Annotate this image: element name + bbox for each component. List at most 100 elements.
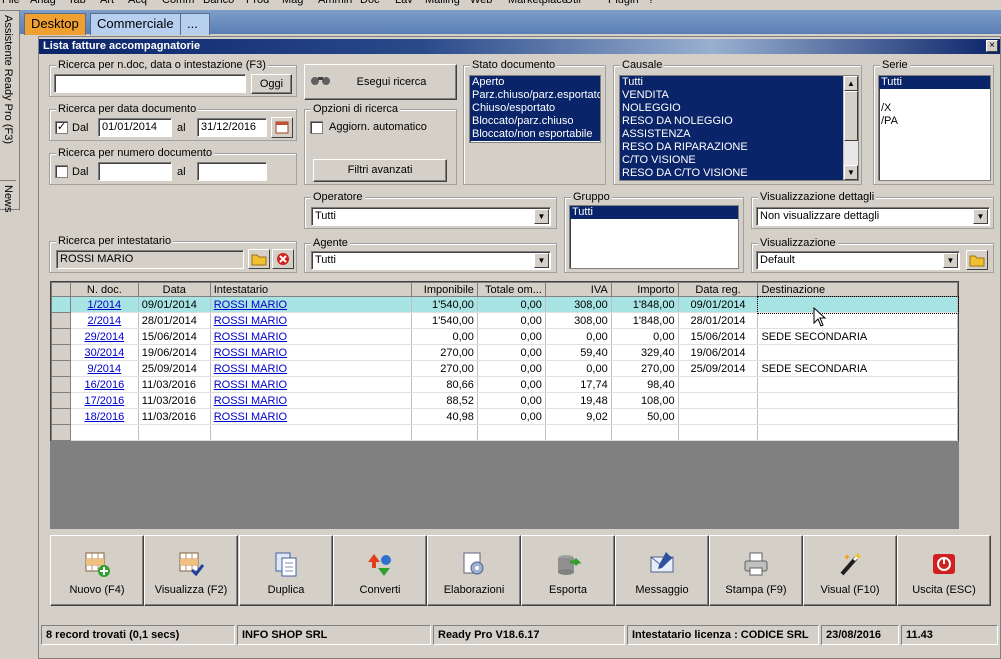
row-indicator[interactable] — [51, 360, 71, 377]
table-cell[interactable] — [545, 424, 612, 441]
table-cell[interactable]: 0,00 — [477, 392, 546, 409]
holder-field[interactable]: ROSSI MARIO — [56, 250, 244, 269]
chevron-down-icon[interactable]: ▼ — [534, 253, 549, 268]
row-indicator[interactable] — [51, 296, 71, 313]
table-cell[interactable]: 2/2014 — [70, 312, 139, 329]
column-header[interactable]: IVA — [544, 282, 612, 297]
scroll-thumb[interactable] — [844, 91, 858, 141]
folder-icon[interactable] — [966, 250, 988, 270]
table-cell[interactable]: ROSSI MARIO — [210, 376, 412, 393]
holder-link[interactable]: ROSSI MARIO — [214, 379, 287, 391]
menu-item[interactable]: Anag — [30, 0, 56, 6]
menu-item[interactable]: Mag — [282, 0, 303, 6]
table-cell[interactable] — [757, 424, 958, 441]
table-cell[interactable]: 28/01/2014 — [138, 312, 211, 329]
table-cell[interactable] — [757, 408, 958, 425]
esporta-button[interactable]: Esporta — [521, 535, 615, 606]
table-cell[interactable] — [611, 424, 679, 441]
doc-number-link[interactable]: 17/2016 — [84, 395, 124, 407]
doc-number-link[interactable]: 30/2014 — [84, 347, 124, 359]
table-cell[interactable]: 17,74 — [545, 376, 612, 393]
table-cell[interactable]: 270,00 — [411, 344, 478, 361]
today-button[interactable]: Oggi — [251, 74, 292, 94]
table-cell[interactable]: 108,00 — [611, 392, 679, 409]
clear-icon[interactable] — [272, 249, 294, 269]
row-indicator[interactable] — [51, 376, 71, 393]
table-cell[interactable] — [678, 408, 759, 425]
menu-item[interactable]: File — [2, 0, 20, 6]
table-cell[interactable] — [757, 344, 958, 361]
serie-item[interactable] — [879, 89, 990, 102]
holder-link[interactable]: ROSSI MARIO — [214, 315, 287, 327]
agent-select[interactable]: Tutti ▼ — [311, 251, 551, 270]
table-row[interactable]: 16/2016 11/03/2016 ROSSI MARIO 80,66 0,00 17,… — [51, 376, 958, 393]
causale-item[interactable]: VENDITA — [620, 89, 858, 102]
menu-item[interactable]: Prod — [246, 0, 269, 6]
doc-number-link[interactable]: 18/2016 — [84, 411, 124, 423]
column-header[interactable]: Data — [137, 282, 211, 297]
column-header[interactable]: Data reg. — [677, 282, 759, 297]
search-input[interactable] — [54, 74, 246, 93]
table-cell[interactable]: 0,00 — [477, 344, 546, 361]
messaggio-button[interactable]: Messaggio — [615, 535, 709, 606]
table-cell[interactable]: 329,40 — [611, 344, 679, 361]
table-cell[interactable] — [678, 424, 759, 441]
table-cell[interactable] — [138, 424, 211, 441]
group-list[interactable]: Tutti — [569, 205, 739, 269]
table-cell[interactable]: ROSSI MARIO — [210, 408, 412, 425]
table-row[interactable]: 29/2014 15/06/2014 ROSSI MARIO 0,00 0,00 0,00… — [51, 328, 958, 345]
scroll-down-icon[interactable]: ▼ — [844, 165, 858, 180]
folder-icon[interactable] — [248, 249, 270, 269]
row-indicator[interactable] — [51, 424, 71, 441]
table-cell[interactable]: 29/2014 — [70, 328, 139, 345]
causale-item[interactable]: ASSISTENZA — [620, 128, 858, 141]
table-cell[interactable]: 0,00 — [611, 328, 679, 345]
table-cell[interactable]: 1'848,00 — [611, 312, 679, 329]
table-cell[interactable]: 25/09/2014 — [138, 360, 211, 377]
menu-item[interactable]: Banco — [203, 0, 234, 6]
scroll-up-icon[interactable]: ▲ — [844, 76, 858, 91]
table-cell[interactable]: 17/2016 — [70, 392, 139, 409]
table-cell[interactable]: 19/06/2014 — [138, 344, 211, 361]
date-checkbox[interactable]: ✓ — [55, 121, 68, 134]
status-list[interactable]: Aperto Parz.chiuso/parz.esportato Chiuso/e… — [469, 75, 601, 143]
tab-commerciale[interactable]: Commerciale — [90, 13, 181, 35]
doc-number-link[interactable]: 2/2014 — [88, 315, 122, 327]
advanced-filters-button[interactable]: Filtri avanzati — [313, 159, 447, 182]
column-header[interactable]: Intestatario — [209, 282, 412, 297]
stampa-button[interactable]: Stampa (F9) — [709, 535, 803, 606]
serie-item[interactable]: /X — [879, 102, 990, 115]
menu-item[interactable]: Marketplace — [508, 0, 568, 6]
table-cell[interactable]: SEDE SECONDARIA — [757, 328, 958, 345]
table-cell[interactable]: 0,00 — [477, 328, 546, 345]
nuovo-button[interactable]: Nuovo (F4) — [50, 535, 144, 606]
chevron-down-icon[interactable]: ▼ — [943, 253, 958, 268]
table-cell[interactable]: 09/01/2014 — [138, 296, 211, 313]
column-header[interactable]: Importo — [610, 282, 679, 297]
table-cell[interactable]: 11/03/2016 — [138, 392, 211, 409]
calendar-icon[interactable] — [271, 117, 293, 138]
menu-item[interactable]: Tab — [68, 0, 86, 6]
table-cell[interactable]: 80,66 — [411, 376, 478, 393]
table-cell[interactable]: 0,00 — [477, 408, 546, 425]
row-indicator[interactable] — [51, 392, 71, 409]
menu-item[interactable]: ? — [648, 0, 654, 6]
doc-number-link[interactable]: 16/2016 — [84, 379, 124, 391]
holder-link[interactable]: ROSSI MARIO — [214, 395, 287, 407]
column-header[interactable]: N. doc. — [69, 282, 139, 297]
table-cell[interactable]: ROSSI MARIO — [210, 344, 412, 361]
table-cell[interactable]: 15/06/2014 — [138, 328, 211, 345]
table-cell[interactable]: 9,02 — [545, 408, 612, 425]
view-select[interactable]: Default ▼ — [756, 251, 960, 270]
menu-item[interactable]: Web — [470, 0, 492, 6]
status-item[interactable]: Parz.chiuso/parz.esportato — [470, 89, 600, 102]
table-cell[interactable] — [70, 424, 139, 441]
table-cell[interactable]: 19,48 — [545, 392, 612, 409]
holder-link[interactable]: ROSSI MARIO — [214, 347, 287, 359]
table-cell[interactable]: 1'540,00 — [411, 296, 478, 313]
visualizza-button[interactable]: Visualizza (F2) — [144, 535, 238, 606]
table-cell[interactable] — [757, 376, 958, 393]
table-cell[interactable]: ROSSI MARIO — [210, 360, 412, 377]
menu-item[interactable]: Art — [100, 0, 114, 6]
table-row[interactable]: 30/2014 19/06/2014 ROSSI MARIO 270,00 0,00 59… — [51, 344, 958, 361]
